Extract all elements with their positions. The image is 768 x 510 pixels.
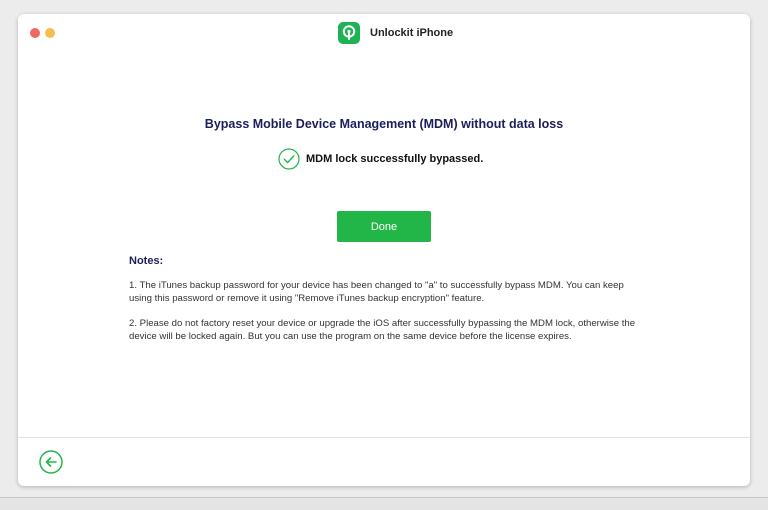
page-heading: Bypass Mobile Device Management (MDM) wi…: [204, 117, 564, 131]
title-bar: Unlockit iPhone: [18, 14, 750, 52]
close-window-button[interactable]: [30, 28, 40, 38]
done-button[interactable]: Done: [337, 211, 431, 242]
note-item: 1. The iTunes backup password for your d…: [129, 280, 624, 304]
checkmark-circle-icon: [278, 148, 300, 170]
notes-title: Notes:: [129, 255, 164, 267]
note-item: 2. Please do not factory reset your devi…: [129, 318, 636, 342]
lock-app-icon: [338, 22, 360, 44]
window-title: Unlockit iPhone: [370, 27, 454, 39]
status-row: MDM lock successfully bypassed.: [278, 147, 483, 171]
minimize-window-button[interactable]: [45, 28, 55, 38]
status-text: MDM lock successfully bypassed.: [306, 153, 484, 165]
footer-divider: [18, 437, 750, 438]
bottom-strip: [0, 497, 768, 510]
app-window: Unlockit iPhone Bypass Mobile Device Man…: [18, 14, 750, 486]
arrow-left-circle-icon: [39, 450, 63, 474]
back-button[interactable]: [39, 450, 63, 474]
